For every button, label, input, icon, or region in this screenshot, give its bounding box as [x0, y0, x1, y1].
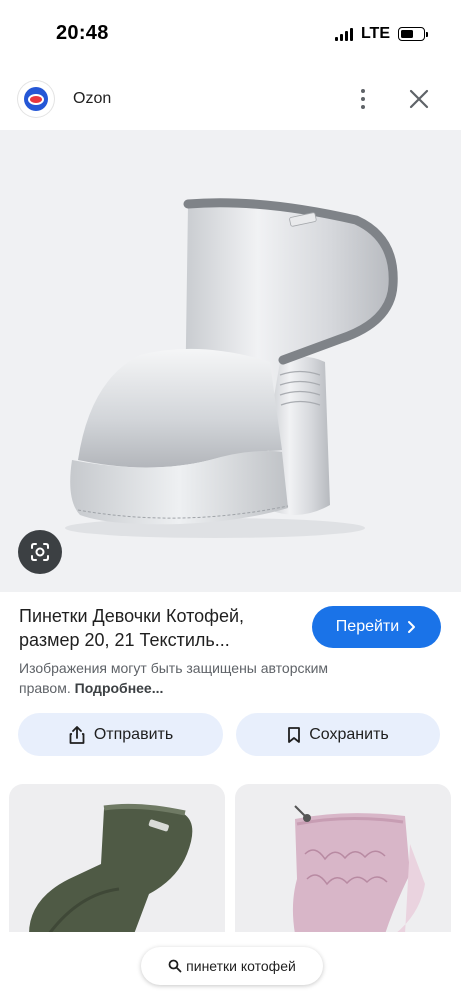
- ozon-logo-icon[interactable]: [18, 81, 54, 117]
- share-icon: [69, 725, 85, 744]
- save-label: Сохранить: [309, 725, 389, 743]
- search-icon: [168, 959, 182, 973]
- related-image-pink-bootie: [292, 805, 425, 934]
- visit-button-label: Перейти: [335, 618, 400, 635]
- chevron-right-icon: [408, 621, 416, 633]
- status-time: 20:48: [56, 22, 109, 44]
- bootie-illustration: [65, 198, 398, 538]
- copyright-text: Изображения могут быть защищены авторски…: [19, 660, 329, 696]
- product-image[interactable]: [0, 130, 461, 592]
- battery-level: [401, 30, 413, 38]
- result-title[interactable]: Пинетки Девочки Котофей, размер 20, 21 Т…: [19, 604, 289, 652]
- learn-more-link[interactable]: Подробнее...: [75, 680, 164, 696]
- search-query-chip[interactable]: пинетки котофей: [141, 947, 323, 985]
- share-label: Отправить: [93, 725, 174, 743]
- site-name[interactable]: Ozon: [73, 90, 111, 108]
- close-icon[interactable]: [405, 84, 433, 114]
- search-query: пинетки котофей: [186, 958, 296, 974]
- related-result-2[interactable]: [235, 784, 451, 934]
- status-indicators: LTE: [334, 25, 428, 43]
- more-vert-icon[interactable]: [350, 84, 376, 114]
- visit-button[interactable]: Перейти: [312, 606, 441, 648]
- battery-icon: [398, 27, 428, 41]
- network-type: LTE: [360, 25, 390, 42]
- bookmark-icon: [288, 726, 301, 743]
- share-button[interactable]: Отправить: [18, 713, 223, 756]
- lens-icon[interactable]: [18, 530, 62, 574]
- signal-icon: [334, 27, 353, 41]
- related-image-green-bootie: [29, 803, 193, 934]
- copyright-notice: Изображения могут быть защищены авторски…: [19, 658, 359, 698]
- related-result-1[interactable]: [9, 784, 225, 934]
- source-header: Ozon: [0, 68, 461, 130]
- save-button[interactable]: Сохранить: [236, 713, 440, 756]
- status-bar: 20:48 LTE: [0, 0, 461, 68]
